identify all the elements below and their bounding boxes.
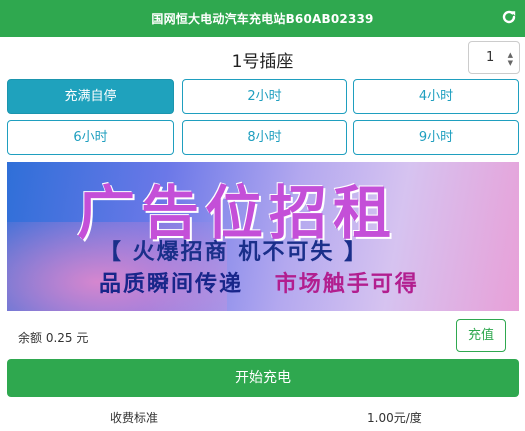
balance-text: 余额 0.25 元 (18, 331, 89, 345)
option-4h[interactable]: 4小时 (353, 79, 519, 114)
banner-slogan-right: 市场触手可得 (274, 272, 419, 297)
socket-select-value: 1 (486, 50, 495, 65)
option-full-stop[interactable]: 充满自停 (7, 79, 174, 114)
fee-label: 收费标准 (110, 411, 159, 425)
app-header: 国网恒大电动汽车充电站B60AB02339 (0, 0, 525, 37)
station-title: 国网恒大电动汽车充电站B60AB02339 (151, 12, 374, 26)
socket-select[interactable]: 1 ▲ ▼ (468, 41, 520, 74)
ad-banner[interactable]: 广告位招租 【 火爆招商 机不可失 】 品质瞬间传递 市场触手可得 (7, 162, 519, 311)
banner-subline: 【 火爆招商 机不可失 】 (99, 240, 368, 265)
option-9h[interactable]: 9小时 (353, 120, 519, 155)
option-6h[interactable]: 6小时 (7, 120, 174, 155)
socket-title: 1号插座 (231, 52, 294, 72)
refresh-icon[interactable] (501, 9, 517, 25)
chevron-down-icon: ▲ ▼ (507, 51, 513, 67)
fee-value: 1.00元/度 (367, 411, 422, 425)
recharge-button[interactable]: 充值 (456, 319, 506, 352)
start-charging-button[interactable]: 开始充电 (7, 359, 519, 397)
banner-slogan-left: 品质瞬间传递 (99, 272, 244, 297)
option-8h[interactable]: 8小时 (182, 120, 347, 155)
banner-slogan: 品质瞬间传递 市场触手可得 (99, 266, 419, 298)
option-2h[interactable]: 2小时 (182, 79, 347, 114)
